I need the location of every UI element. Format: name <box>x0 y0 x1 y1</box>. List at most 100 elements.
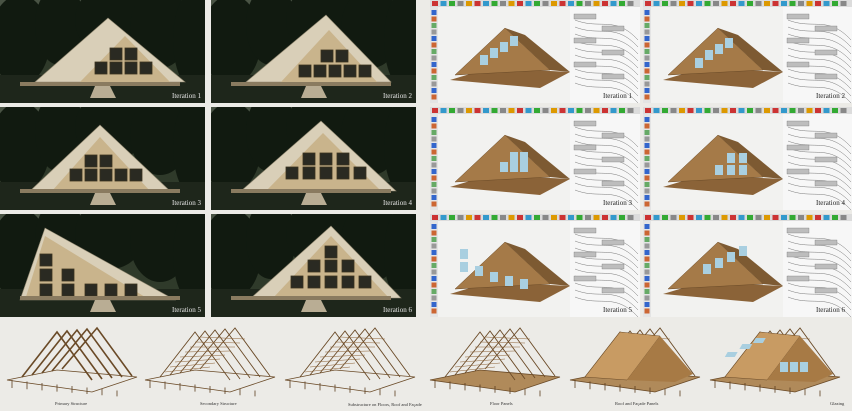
node-box[interactable] <box>814 25 838 32</box>
side-tool-icon[interactable] <box>431 156 437 161</box>
node-box[interactable] <box>814 180 838 187</box>
toolbar-icon[interactable] <box>738 108 745 113</box>
side-tool-icon[interactable] <box>644 123 650 129</box>
toolbar-icon[interactable] <box>517 1 523 6</box>
side-tool-icon[interactable] <box>431 276 437 281</box>
toolbar-icon[interactable] <box>551 1 557 6</box>
toolbar-icon[interactable] <box>806 215 813 220</box>
node-box[interactable] <box>601 132 625 139</box>
toolbar-icon[interactable] <box>670 1 677 6</box>
side-tool-icon[interactable] <box>431 162 437 168</box>
toolbar-icon[interactable] <box>645 1 651 6</box>
toolbar-icon[interactable] <box>832 215 838 220</box>
side-tool-icon[interactable] <box>644 169 650 174</box>
toolbar-icon[interactable] <box>576 215 583 220</box>
side-tool-icon[interactable] <box>431 149 437 155</box>
toolbar-icon[interactable] <box>687 108 694 113</box>
toolbar-icon[interactable] <box>815 108 821 113</box>
side-tool-icon[interactable] <box>431 282 437 288</box>
node-box[interactable] <box>814 287 838 294</box>
toolbar-icon[interactable] <box>679 108 685 113</box>
toolbar-icon[interactable] <box>551 215 557 220</box>
side-tool-icon[interactable] <box>644 282 650 288</box>
side-tool-icon[interactable] <box>431 23 437 28</box>
node-box[interactable] <box>814 49 838 56</box>
toolbar-icon[interactable] <box>440 108 447 113</box>
toolbar-icon[interactable] <box>568 1 574 6</box>
side-tool-icon[interactable] <box>644 256 650 262</box>
toolbar-icon[interactable] <box>610 108 617 113</box>
toolbar-icon[interactable] <box>508 108 515 113</box>
toolbar-icon[interactable] <box>474 215 481 220</box>
node-box[interactable] <box>814 239 838 246</box>
side-tool-icon[interactable] <box>431 224 437 229</box>
side-tool-icon[interactable] <box>431 10 437 15</box>
toolbar-icon[interactable] <box>764 108 770 113</box>
toolbar-icon[interactable] <box>670 108 677 113</box>
side-tool-icon[interactable] <box>644 75 650 80</box>
side-tool-icon[interactable] <box>644 230 650 236</box>
toolbar-icon[interactable] <box>823 215 830 220</box>
node-box[interactable] <box>786 275 810 282</box>
node-box[interactable] <box>601 239 625 246</box>
toolbar-icon[interactable] <box>466 1 472 6</box>
side-tool-icon[interactable] <box>644 16 650 22</box>
node-box[interactable] <box>573 13 597 20</box>
toolbar-icon[interactable] <box>568 215 574 220</box>
toolbar-icon[interactable] <box>474 108 481 113</box>
side-tool-icon[interactable] <box>644 188 650 194</box>
toolbar-icon[interactable] <box>772 108 779 113</box>
side-tool-icon[interactable] <box>431 16 437 22</box>
toolbar-icon[interactable] <box>721 215 728 220</box>
toolbar-icon[interactable] <box>457 1 464 6</box>
side-tool-icon[interactable] <box>644 42 650 48</box>
toolbar-icon[interactable] <box>432 1 438 6</box>
toolbar-icon[interactable] <box>687 215 694 220</box>
node-box[interactable] <box>601 156 625 163</box>
toolbar-icon[interactable] <box>704 215 711 220</box>
toolbar-icon[interactable] <box>500 108 506 113</box>
side-tool-icon[interactable] <box>431 230 437 236</box>
toolbar-icon[interactable] <box>449 215 455 220</box>
toolbar-icon[interactable] <box>542 1 549 6</box>
node-box[interactable] <box>573 168 597 175</box>
toolbar-icon[interactable] <box>619 1 625 6</box>
side-tool-icon[interactable] <box>431 36 437 41</box>
toolbar-icon[interactable] <box>696 215 702 220</box>
side-tool-icon[interactable] <box>644 36 650 41</box>
toolbar-icon[interactable] <box>534 215 540 220</box>
side-tool-icon[interactable] <box>431 302 437 307</box>
toolbar-icon[interactable] <box>840 108 847 113</box>
side-tool-icon[interactable] <box>644 175 650 181</box>
toolbar-icon[interactable] <box>619 108 625 113</box>
toolbar-icon[interactable] <box>517 108 523 113</box>
toolbar-icon[interactable] <box>679 1 685 6</box>
toolbar-icon[interactable] <box>781 215 787 220</box>
node-box[interactable] <box>601 263 625 270</box>
side-tool-icon[interactable] <box>431 68 437 74</box>
node-box[interactable] <box>573 61 597 68</box>
side-tool-icon[interactable] <box>644 295 650 301</box>
toolbar-icon[interactable] <box>840 215 847 220</box>
toolbar-icon[interactable] <box>508 1 515 6</box>
node-box[interactable] <box>601 287 625 294</box>
toolbar-icon[interactable] <box>815 215 821 220</box>
toolbar-icon[interactable] <box>432 108 438 113</box>
side-tool-icon[interactable] <box>431 130 437 135</box>
toolbar-icon[interactable] <box>491 1 498 6</box>
toolbar-icon[interactable] <box>747 1 753 6</box>
side-tool-icon[interactable] <box>644 29 650 35</box>
side-tool-icon[interactable] <box>644 62 650 67</box>
toolbar-icon[interactable] <box>525 108 532 113</box>
side-tool-icon[interactable] <box>431 263 437 268</box>
toolbar-icon[interactable] <box>645 108 651 113</box>
side-tool-icon[interactable] <box>431 237 437 242</box>
side-tool-icon[interactable] <box>644 162 650 168</box>
side-tool-icon[interactable] <box>644 88 650 93</box>
toolbar-icon[interactable] <box>798 1 804 6</box>
toolbar-icon[interactable] <box>551 108 557 113</box>
side-tool-icon[interactable] <box>431 143 437 148</box>
side-tool-icon[interactable] <box>644 81 650 87</box>
side-tool-icon[interactable] <box>644 49 650 54</box>
toolbar-icon[interactable] <box>840 1 847 6</box>
